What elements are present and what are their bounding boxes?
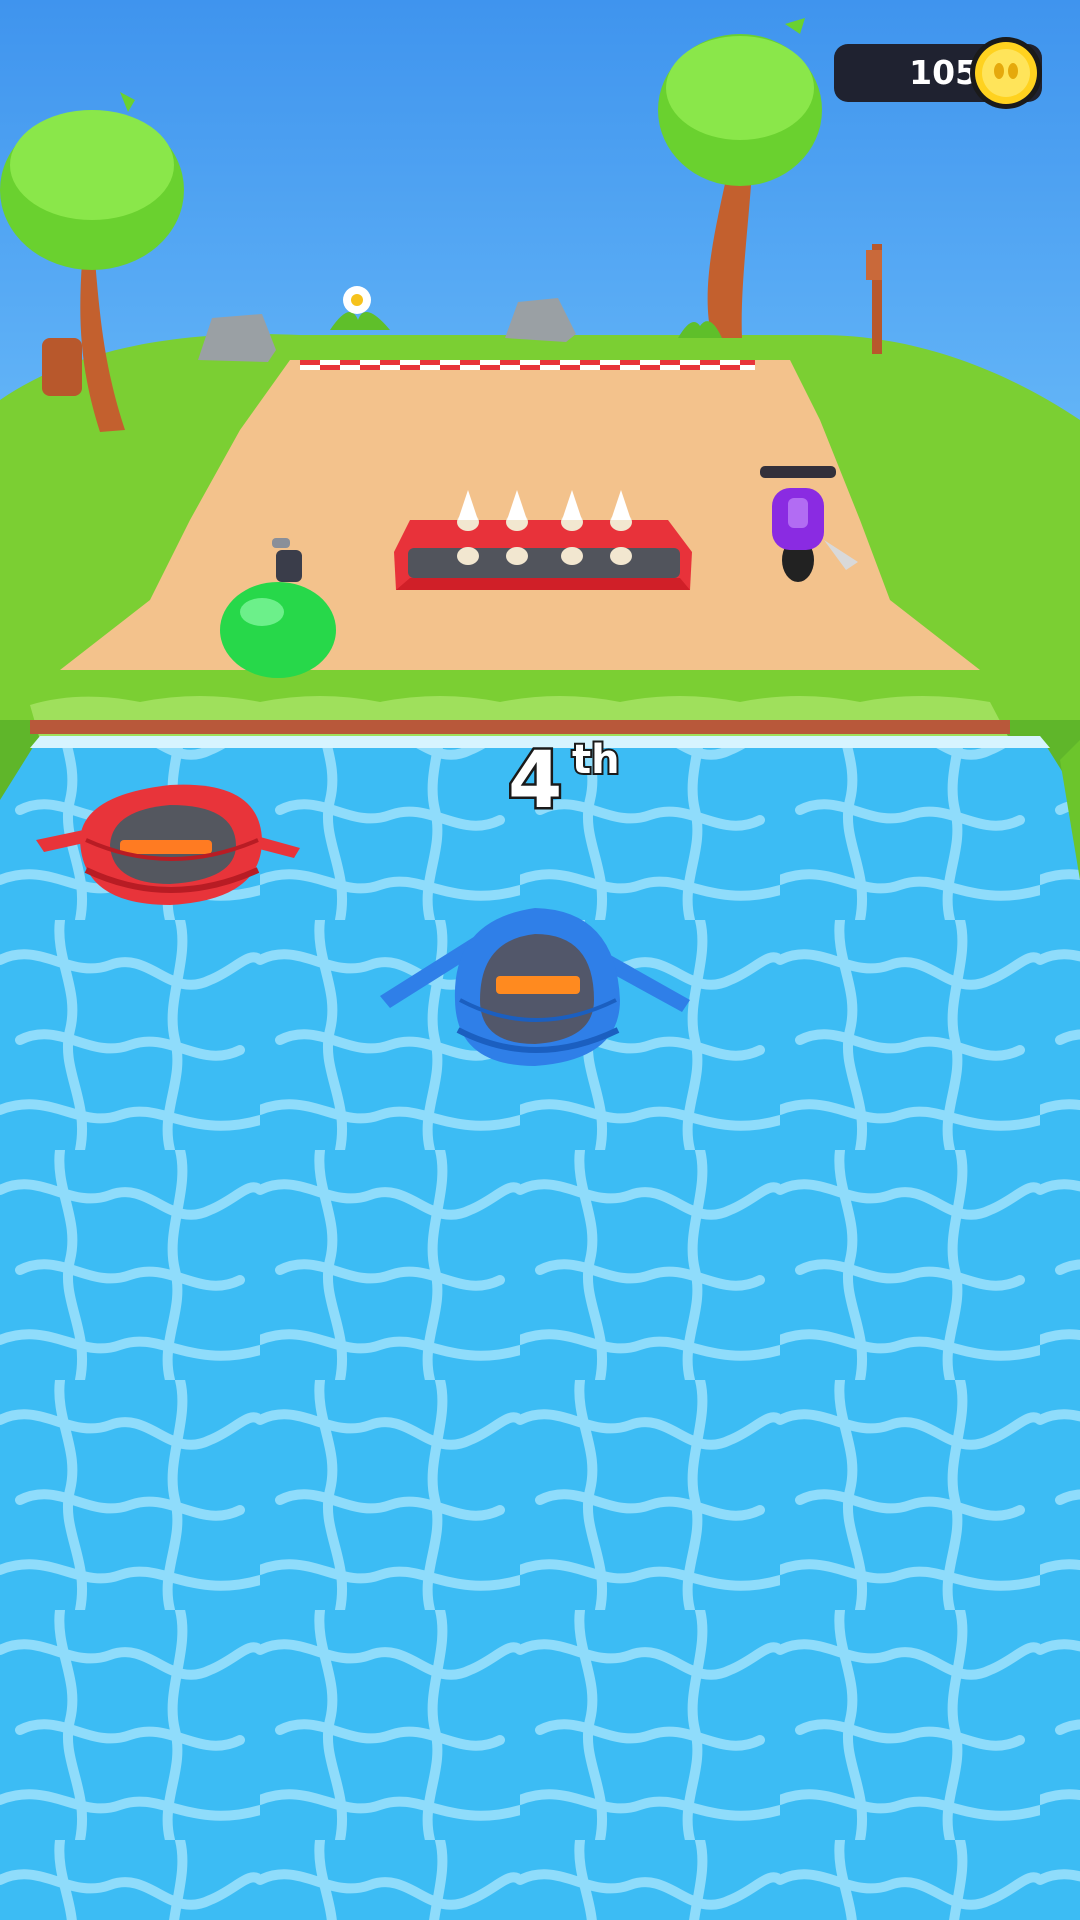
finish-line xyxy=(300,360,755,370)
race-position-number: 4 xyxy=(505,736,564,826)
race-position: 4 th xyxy=(505,736,648,842)
coin-counter: 105 xyxy=(834,37,1042,109)
game-stage[interactable]: 105 4 th xyxy=(0,0,1080,1920)
race-position-suffix: th xyxy=(570,737,622,783)
soil-strip xyxy=(30,720,1010,734)
game-scene[interactable] xyxy=(0,0,1080,1920)
coin-icon xyxy=(970,37,1042,109)
